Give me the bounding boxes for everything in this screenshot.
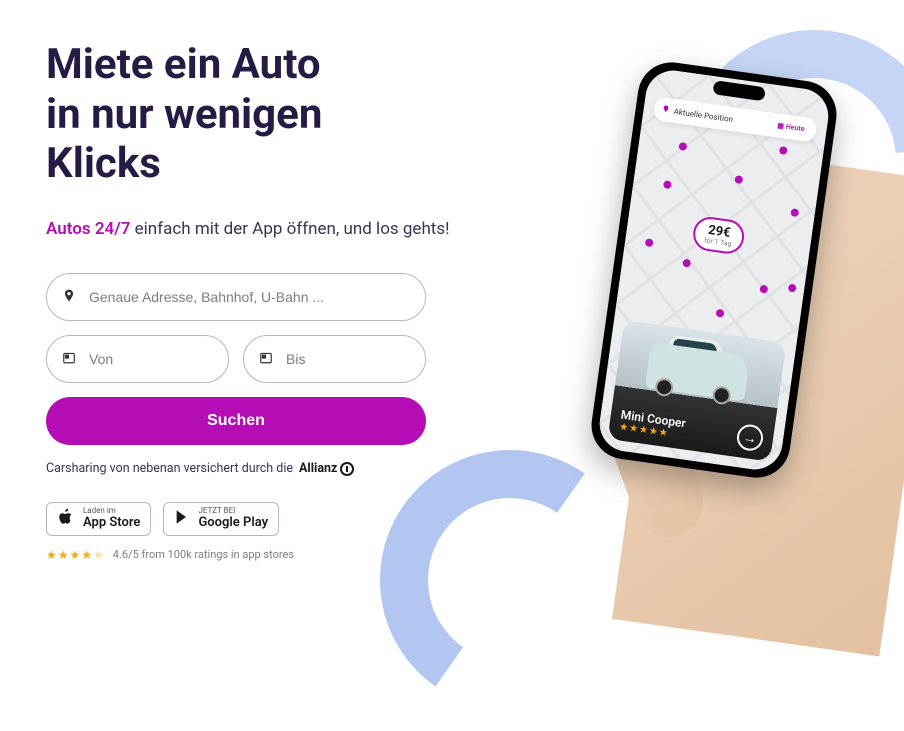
rating-line: ★★★★★ 4.6/5 from 100k ratings in app sto… [46,548,476,562]
google-play-icon [174,509,190,530]
search-form: Suchen [46,273,426,445]
insurance-line: Carsharing von nebenan versichert durch … [46,461,476,476]
calendar-to-icon [259,350,273,369]
location-pin-icon [62,288,76,307]
allianz-label: Allianz [299,461,337,476]
app-store-badge[interactable]: Laden im App Store [46,502,151,536]
phone-date-chip: ▦ Heute [773,120,809,135]
calendar-small-icon: ▦ [777,121,785,130]
hero-subtitle: Autos 24/7 einfach mit der App öffnen, u… [46,217,476,242]
hero-title: Miete ein Auto in nur wenigen Klicks [46,40,476,189]
rating-text: 4.6/5 from 100k ratings in app stores [113,548,294,561]
app-store-big: App Store [83,515,140,531]
google-play-badge[interactable]: JETZT BEI Google Play [163,502,279,536]
car-card: Mini Cooper ★★★★★ → [607,320,786,462]
app-store-small: Laden im [83,507,140,515]
google-play-big: Google Play [198,515,268,531]
location-pin-small-icon [661,104,670,115]
hero-subtitle-rest: einfach mit der App öffnen, und los geht… [130,219,449,239]
search-button[interactable]: Suchen [46,397,426,445]
rating-stars-icon: ★★★★★ [46,548,105,562]
car-image-icon [645,342,750,401]
hero-phone-illustration: Aktuelle Position ▦ Heute 29€ für 1 Tag [524,40,894,600]
address-input[interactable] [46,273,426,321]
insurance-text: Carsharing von nebenan versichert durch … [46,461,293,476]
phone-date-chip-label: Heute [785,123,805,134]
phone-topbar-label: Aktuelle Position [673,106,734,123]
go-arrow-icon: → [735,423,764,452]
calendar-from-icon [62,350,76,369]
allianz-brand: Allianz [299,461,354,476]
google-play-small: JETZT BEI [198,507,268,515]
allianz-logo-icon [340,462,354,476]
hero-subtitle-highlight: Autos 24/7 [46,219,130,239]
apple-icon [57,508,75,531]
